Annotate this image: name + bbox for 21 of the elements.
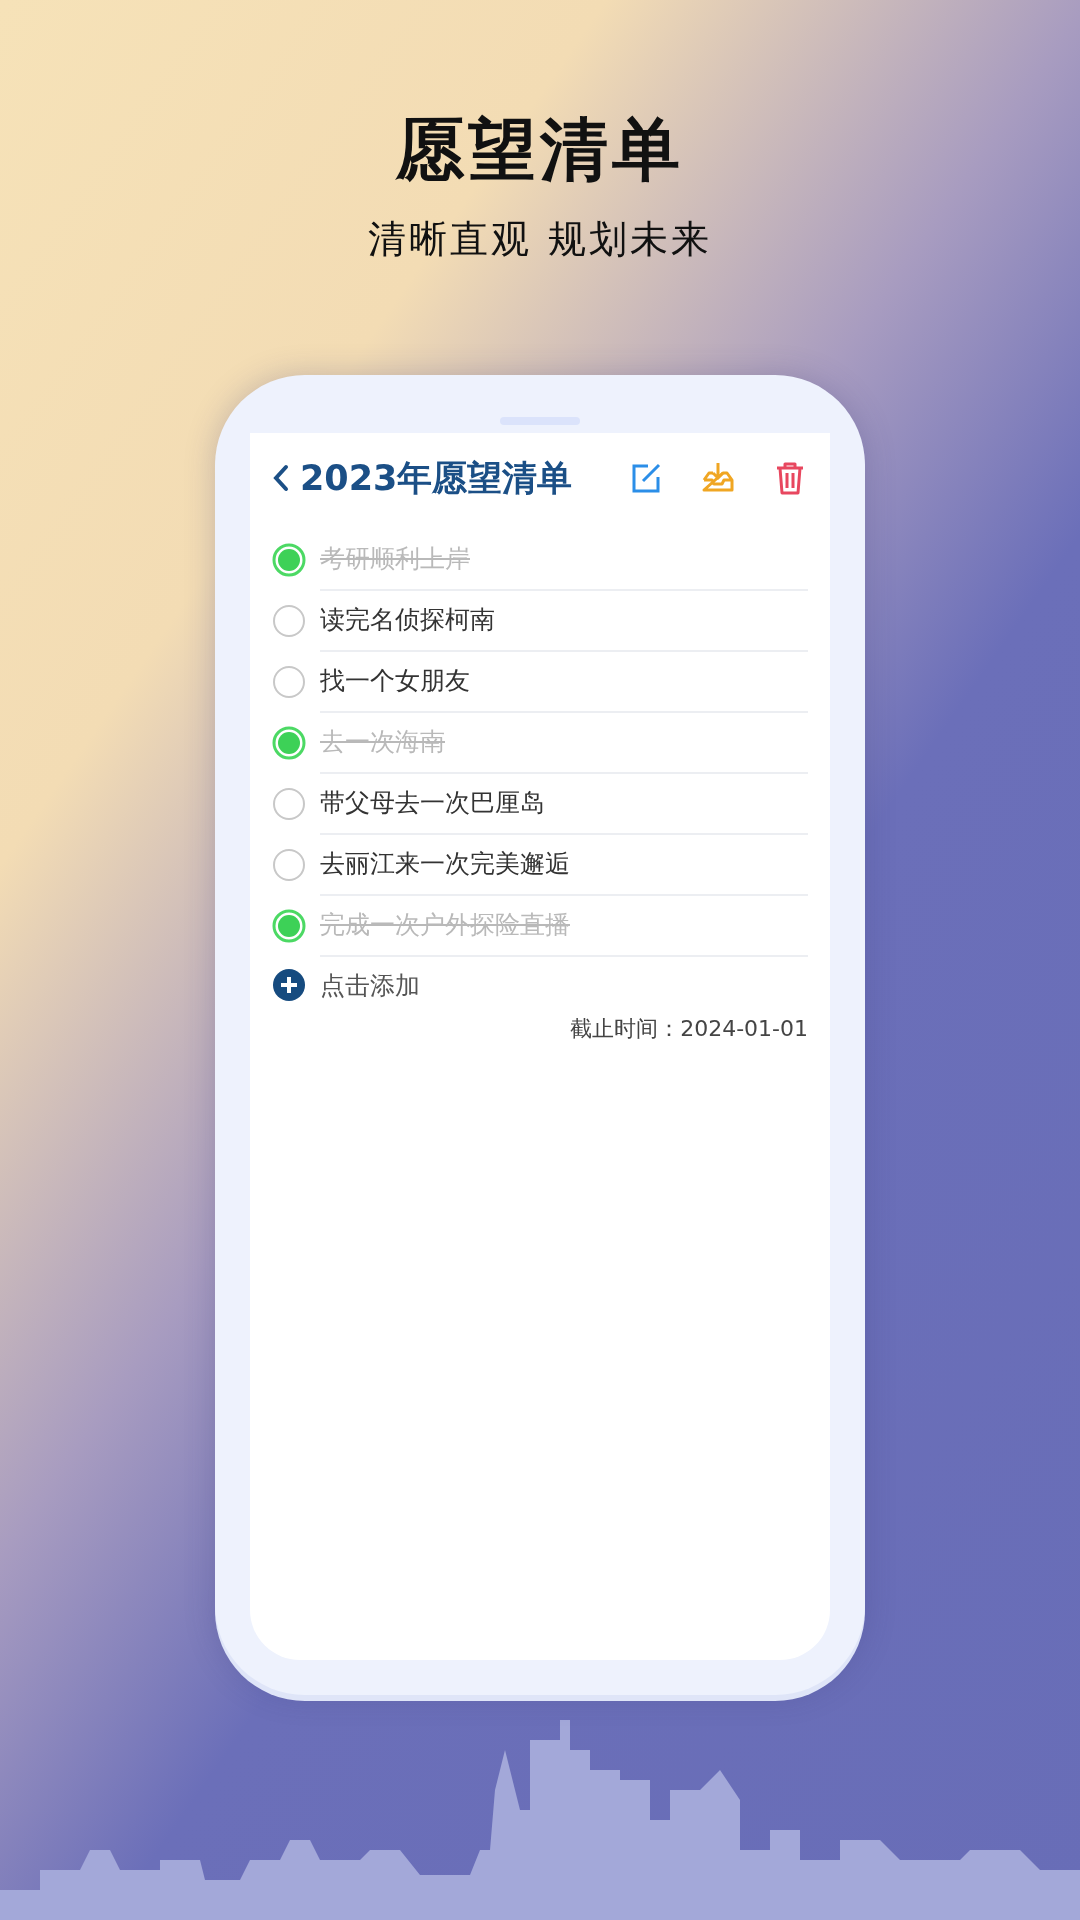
headline: 愿望清单: [396, 109, 684, 191]
wish-item: 完成一次户外探险直播: [320, 909, 570, 941]
wish-item: 读完名侦探柯南: [320, 604, 495, 636]
checked-radio[interactable]: [272, 908, 306, 943]
add-icon[interactable]: [272, 968, 306, 1002]
wish-item: 去丽江来一次完美邂逅: [320, 848, 570, 880]
unchecked-radio[interactable]: [272, 603, 306, 638]
deadline-text: 截止时间：2024-01-01: [570, 1015, 808, 1043]
add-button-label[interactable]: 点击添加: [320, 968, 420, 1002]
unchecked-radio[interactable]: [272, 786, 306, 821]
subtitle: 清晰直观 规划未来: [368, 216, 712, 263]
wish-item: 带父母去一次巴厘岛: [320, 787, 545, 819]
back-icon[interactable]: [272, 463, 290, 493]
screen-title: 2023年愿望清单: [300, 456, 574, 500]
wish-item: 去一次海南: [320, 726, 445, 758]
unchecked-radio[interactable]: [272, 847, 306, 882]
wish-item: 考研顺利上岸: [320, 543, 470, 575]
checked-radio[interactable]: [272, 725, 306, 760]
checked-radio[interactable]: [272, 542, 306, 577]
wish-item: 找一个女朋友: [320, 665, 470, 697]
unchecked-radio[interactable]: [272, 664, 306, 699]
